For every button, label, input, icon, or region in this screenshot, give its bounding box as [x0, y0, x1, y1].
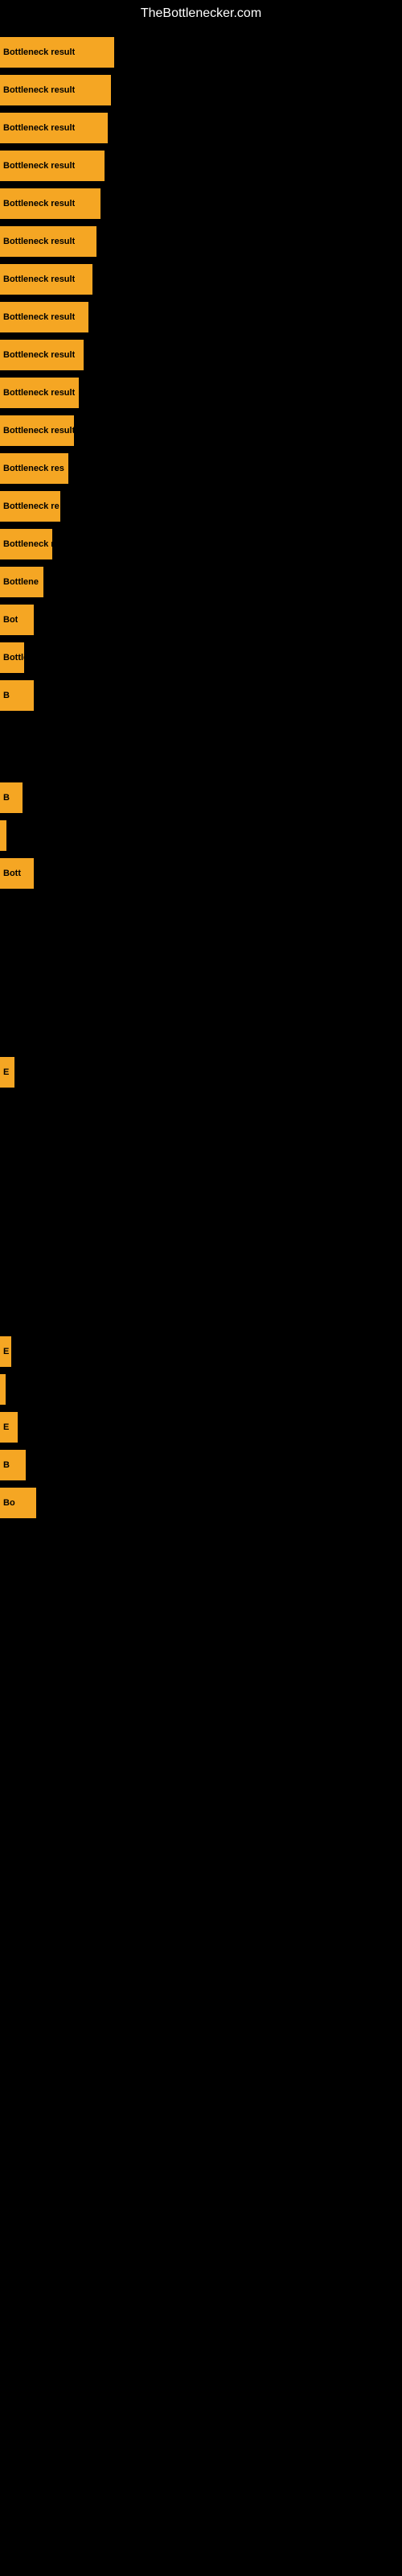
bottleneck-bar-20 [0, 820, 6, 851]
bottleneck-bar-18: B [0, 680, 34, 711]
bottleneck-bar-19: B [0, 782, 23, 813]
bottleneck-bar-24 [0, 1374, 6, 1405]
bar-label-19: B [3, 793, 10, 803]
bottleneck-bar-16: Bot [0, 605, 34, 635]
bottleneck-bar-7: Bottleneck result [0, 264, 92, 295]
bar-label-22: E [3, 1067, 9, 1077]
bottleneck-bar-10: Bottleneck result [0, 378, 79, 408]
bar-row-12: Bottleneck res [0, 450, 402, 488]
bottleneck-bar-14: Bottleneck r [0, 529, 52, 559]
bar-label-2: Bottleneck result [3, 85, 75, 95]
bar-row-3: Bottleneck result [0, 109, 402, 147]
bottleneck-bar-21: Bott [0, 858, 34, 889]
bars-section: Bottleneck result Bottleneck result Bott… [0, 27, 402, 1522]
bar-label-18: B [3, 691, 10, 700]
site-title: TheBottlenecker.com [0, 0, 402, 27]
bar-label-14: Bottleneck r [3, 539, 52, 549]
bar-label-7: Bottleneck result [3, 275, 75, 284]
bar-label-16: Bot [3, 615, 18, 625]
bottleneck-bar-1: Bottleneck result [0, 37, 114, 68]
bar-label-23: E [3, 1347, 9, 1356]
bar-row-2: Bottleneck result [0, 72, 402, 109]
bar-row-19: B [0, 779, 402, 817]
bottleneck-bar-8: Bottleneck result [0, 302, 88, 332]
bar-label-12: Bottleneck res [3, 464, 64, 473]
bar-label-9: Bottleneck result [3, 350, 75, 360]
bottleneck-bar-22: E [0, 1057, 14, 1088]
bar-label-4: Bottleneck result [3, 161, 75, 171]
bar-label-13: Bottleneck re [3, 502, 59, 511]
bar-row-5: Bottleneck result [0, 185, 402, 223]
bar-label-6: Bottleneck result [3, 237, 75, 246]
bar-row-13: Bottleneck re [0, 488, 402, 526]
bar-row-7: Bottleneck result [0, 261, 402, 299]
gap-3 [0, 1092, 402, 1333]
bar-row-1: Bottleneck result [0, 34, 402, 72]
bar-row-27: Bo [0, 1484, 402, 1522]
bottleneck-bar-15: Bottlene [0, 567, 43, 597]
bottleneck-bar-4: Bottleneck result [0, 151, 105, 181]
bar-row-25: E [0, 1409, 402, 1447]
bar-label-8: Bottleneck result [3, 312, 75, 322]
bar-label-21: Bott [3, 869, 21, 878]
bar-row-22: E [0, 1054, 402, 1092]
bar-row-9: Bottleneck result [0, 336, 402, 374]
bar-label-3: Bottleneck result [3, 123, 75, 133]
bar-row-4: Bottleneck result [0, 147, 402, 185]
bottleneck-bar-13: Bottleneck re [0, 491, 60, 522]
bottleneck-bar-2: Bottleneck result [0, 75, 111, 105]
bar-label-1: Bottleneck result [3, 47, 75, 57]
bar-label-10: Bottleneck result [3, 388, 75, 398]
bar-label-26: B [3, 1460, 10, 1470]
bar-row-21: Bott [0, 855, 402, 893]
bar-row-24 [0, 1371, 402, 1409]
bar-label-25: E [3, 1422, 9, 1432]
bar-row-26: B [0, 1447, 402, 1484]
bar-row-6: Bottleneck result [0, 223, 402, 261]
bar-row-18: B [0, 677, 402, 715]
bar-row-14: Bottleneck r [0, 526, 402, 564]
bar-row-23: E [0, 1333, 402, 1371]
gap-2 [0, 893, 402, 1054]
bar-label-15: Bottlene [3, 577, 39, 587]
bar-row-15: Bottlene [0, 564, 402, 601]
bar-label-17: Bottlen [3, 653, 24, 663]
bottleneck-bar-27: Bo [0, 1488, 36, 1518]
bar-label-11: Bottleneck result [3, 426, 74, 436]
bar-row-20 [0, 817, 402, 855]
gap-1 [0, 715, 402, 779]
bar-row-17: Bottlen [0, 639, 402, 677]
bottleneck-bar-23: E [0, 1336, 11, 1367]
site-header: TheBottlenecker.com [0, 0, 402, 27]
bottleneck-bar-26: B [0, 1450, 26, 1480]
bottleneck-bar-6: Bottleneck result [0, 226, 96, 257]
bar-row-10: Bottleneck result [0, 374, 402, 412]
bar-row-8: Bottleneck result [0, 299, 402, 336]
bottleneck-bar-9: Bottleneck result [0, 340, 84, 370]
bottleneck-bar-11: Bottleneck result [0, 415, 74, 446]
bottleneck-bar-5: Bottleneck result [0, 188, 100, 219]
bottleneck-bar-12: Bottleneck res [0, 453, 68, 484]
bar-label-27: Bo [3, 1498, 15, 1508]
bottleneck-bar-17: Bottlen [0, 642, 24, 673]
bottleneck-bar-3: Bottleneck result [0, 113, 108, 143]
bar-row-11: Bottleneck result [0, 412, 402, 450]
bottleneck-bar-25: E [0, 1412, 18, 1443]
bar-row-16: Bot [0, 601, 402, 639]
bar-label-5: Bottleneck result [3, 199, 75, 208]
